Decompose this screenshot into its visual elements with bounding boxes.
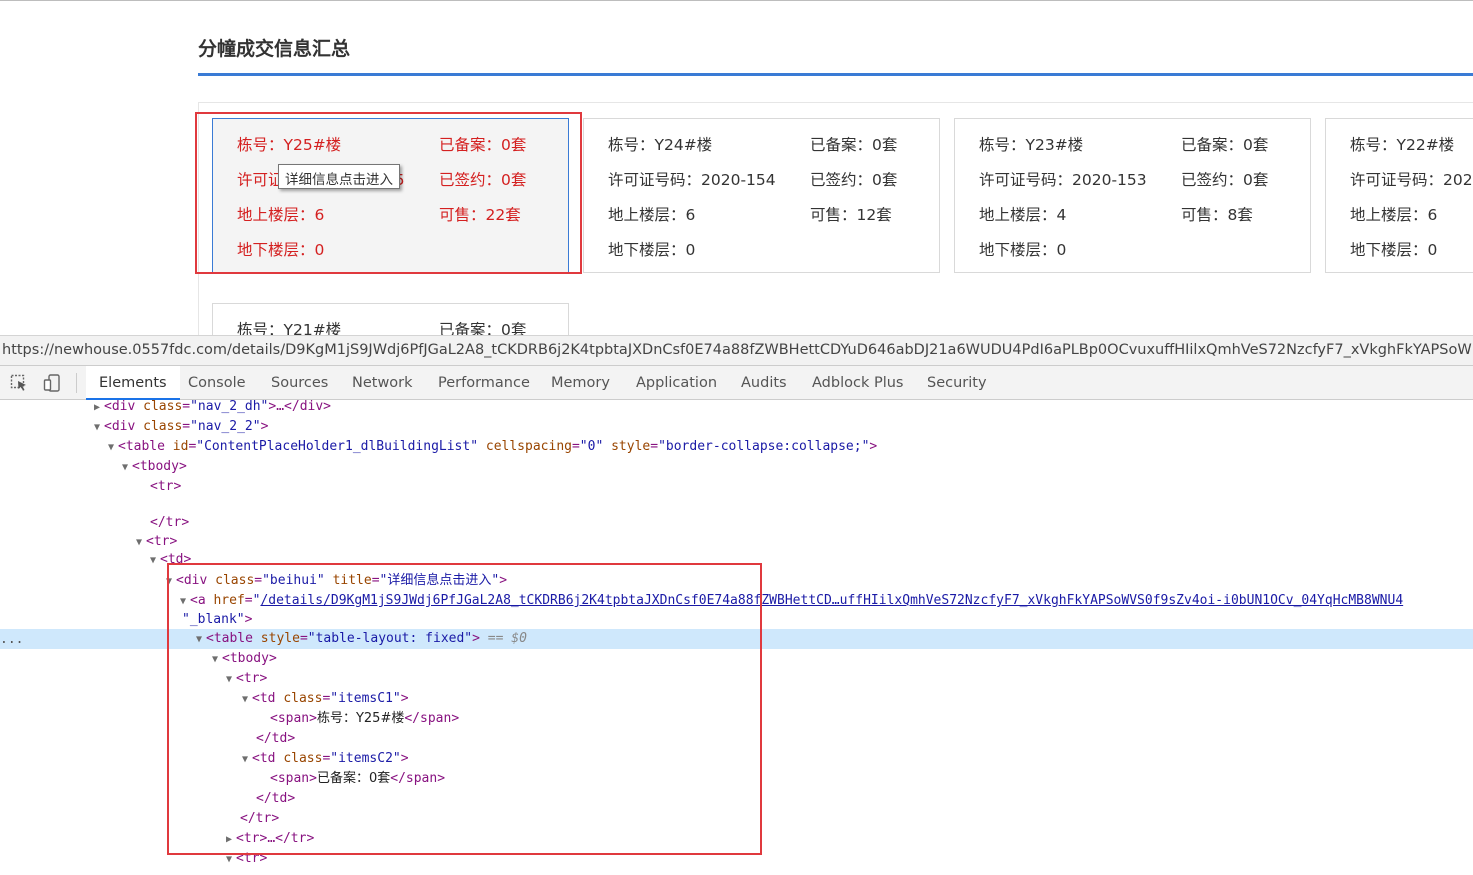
- dom-node-tr[interactable]: ▼ <tr>: [0, 849, 267, 869]
- dom-node-span-building[interactable]: <span>栋号：Y25#楼</span>: [0, 709, 459, 729]
- permit-number: 许可证号码：202: [1350, 171, 1473, 189]
- selected-node-marker: == $0: [487, 631, 527, 646]
- dom-node-tr-close[interactable]: </tr>: [0, 809, 279, 829]
- inspect-element-icon[interactable]: [10, 374, 28, 392]
- floors-below: 地下楼层：0: [237, 241, 325, 259]
- status-url: https://newhouse.0557fdc.com/details/D9K…: [0, 335, 1473, 365]
- dom-node-tr[interactable]: ▼ <tr>: [0, 669, 267, 689]
- signed-count: 已签约：0套: [439, 171, 527, 189]
- signed-count: 已签约：0套: [1181, 171, 1269, 189]
- dom-node-tr[interactable]: <tr>: [0, 477, 181, 497]
- tab-sources[interactable]: Sources: [271, 366, 328, 400]
- dom-node-td-close[interactable]: </td>: [0, 789, 295, 809]
- floors-above: 地上楼层：6: [608, 206, 696, 224]
- tab-security[interactable]: Security: [927, 366, 987, 400]
- device-toolbar-icon[interactable]: [43, 374, 61, 392]
- dom-node-nav-2-2[interactable]: ▼ <div class="nav_2_2">: [0, 417, 268, 437]
- available-count: 可售：22套: [439, 206, 521, 224]
- dom-node-td-itemsc2[interactable]: ▼ <td class="itemsC2">: [0, 749, 409, 769]
- building-card-y22[interactable]: 栋号：Y22#楼 许可证号码：202 地上楼层：6 地下楼层：0: [1325, 118, 1473, 273]
- floors-above: 地上楼层：6: [237, 206, 325, 224]
- collapse-triangle-icon[interactable]: ▼: [180, 592, 190, 612]
- permit-number: 许可证号码：2020-153: [979, 171, 1147, 189]
- floors-above: 地上楼层：6: [1350, 206, 1438, 224]
- building-number: 栋号：Y25#楼: [237, 136, 342, 154]
- tab-audits[interactable]: Audits: [741, 366, 787, 400]
- collapse-triangle-icon[interactable]: ▼: [226, 670, 236, 690]
- page-viewport: 分幢成交信息汇总 栋号：Y25#楼 已备案：0套 许可证号码：2020-155 …: [0, 0, 1473, 335]
- building-card-y23[interactable]: 栋号：Y23#楼 已备案：0套 许可证号码：2020-153 已签约：0套 地上…: [954, 118, 1311, 273]
- dom-node-tr-collapsed[interactable]: ▶ <tr>…</tr>: [0, 829, 314, 849]
- dom-node-anchor[interactable]: ▼ <a href="/details/D9KgM1jS9JWdj6PfJGaL2…: [0, 591, 1403, 611]
- page-title: 分幢成交信息汇总: [198, 38, 351, 60]
- recorded-count: 已备案：0套: [810, 136, 898, 154]
- recorded-count: 已备案：0套: [1181, 136, 1269, 154]
- expand-triangle-icon[interactable]: ▶: [94, 400, 104, 418]
- expand-triangle-icon[interactable]: ▶: [226, 830, 236, 850]
- collapse-triangle-icon[interactable]: ▼: [122, 458, 132, 478]
- devtools-tabbar: Elements Console Sources Network Perform…: [0, 365, 1473, 400]
- toolbar-separator: [76, 373, 77, 393]
- collapse-triangle-icon[interactable]: ▼: [242, 690, 252, 710]
- floors-below: 地下楼层：0: [979, 241, 1067, 259]
- tab-adblock-plus[interactable]: Adblock Plus: [812, 366, 903, 400]
- collapse-triangle-icon[interactable]: ▼: [242, 750, 252, 770]
- building-number: 栋号：Y24#楼: [608, 136, 713, 154]
- details-link[interactable]: /details/D9KgM1jS9JWdj6PfJGaL2A8_tCKDRB6…: [260, 593, 1403, 608]
- dom-node-tbody[interactable]: ▼ <tbody>: [0, 457, 187, 477]
- building-card-y24[interactable]: 栋号：Y24#楼 已备案：0套 许可证号码：2020-154 已签约：0套 地上…: [583, 118, 940, 273]
- dom-node-tr-close[interactable]: </tr>: [0, 513, 189, 533]
- tab-application[interactable]: Application: [636, 366, 717, 400]
- dom-node-anchor-target: "_blank">: [182, 612, 253, 627]
- tab-performance[interactable]: Performance: [438, 366, 530, 400]
- tooltip: 详细信息点击进入: [278, 164, 400, 189]
- building-number: 栋号：Y21#楼: [237, 321, 342, 335]
- floors-below: 地下楼层：0: [608, 241, 696, 259]
- tab-memory[interactable]: Memory: [551, 366, 610, 400]
- dom-node-nav-2-dh[interactable]: ▶ <div class="nav_2_dh">…</div>: [0, 400, 331, 417]
- tab-elements[interactable]: Elements: [86, 366, 180, 400]
- signed-count: 已签约：0套: [810, 171, 898, 189]
- dom-node-div-beihui[interactable]: ▼ <div class="beihui" title="详细信息点击进入">: [0, 571, 508, 592]
- available-count: 可售：8套: [1181, 206, 1253, 224]
- available-count: 可售：12套: [810, 206, 892, 224]
- dom-node-td-close[interactable]: </td>: [0, 729, 295, 749]
- collapse-triangle-icon[interactable]: ▼: [166, 572, 176, 592]
- dom-node-tbody[interactable]: ▼ <tbody>: [0, 649, 277, 669]
- collapse-triangle-icon[interactable]: ▼: [212, 650, 222, 670]
- permit-number: 许可证号码：2020-154: [608, 171, 776, 189]
- building-number: 栋号：Y23#楼: [979, 136, 1084, 154]
- building-card-y25[interactable]: 栋号：Y25#楼 已备案：0套 许可证号码：2020-155 已签约：0套 地上…: [212, 118, 569, 273]
- collapse-triangle-icon[interactable]: ▼: [150, 551, 160, 571]
- building-number: 栋号：Y22#楼: [1350, 136, 1455, 154]
- dom-node-selected-table[interactable]: ▼ <table style="table-layout: fixed"> == …: [0, 629, 1473, 649]
- elements-dom-tree: ▶ <div class="nav_2_dh">…</div> ▼ <div cla…: [0, 400, 1473, 875]
- tab-network[interactable]: Network: [352, 366, 413, 400]
- more-actions-icon[interactable]: ...: [0, 630, 23, 650]
- tab-console[interactable]: Console: [188, 366, 246, 400]
- building-card-y21[interactable]: 栋号：Y21#楼 已备案：0套: [212, 303, 569, 335]
- floors-above: 地上楼层：4: [979, 206, 1067, 224]
- dom-node-td[interactable]: ▼ <td>: [0, 550, 191, 570]
- recorded-count: 已备案：0套: [439, 321, 527, 335]
- dom-node-td-itemsc1[interactable]: ▼ <td class="itemsC1">: [0, 689, 409, 709]
- title-underline: [198, 73, 1473, 76]
- recorded-count: 已备案：0套: [439, 136, 527, 154]
- collapse-triangle-icon[interactable]: ▼: [226, 850, 236, 870]
- floors-below: 地下楼层：0: [1350, 241, 1438, 259]
- collapse-triangle-icon[interactable]: ▼: [108, 438, 118, 458]
- collapse-triangle-icon[interactable]: ▼: [196, 630, 206, 650]
- dom-node-tr[interactable]: ▼ <tr>: [0, 532, 177, 552]
- collapse-triangle-icon[interactable]: ▼: [94, 418, 104, 438]
- dom-node-building-list-table[interactable]: ▼ <table id="ContentPlaceHolder1_dlBuildi…: [0, 437, 877, 457]
- dom-node-span-recorded[interactable]: <span>已备案：0套</span>: [0, 769, 445, 789]
